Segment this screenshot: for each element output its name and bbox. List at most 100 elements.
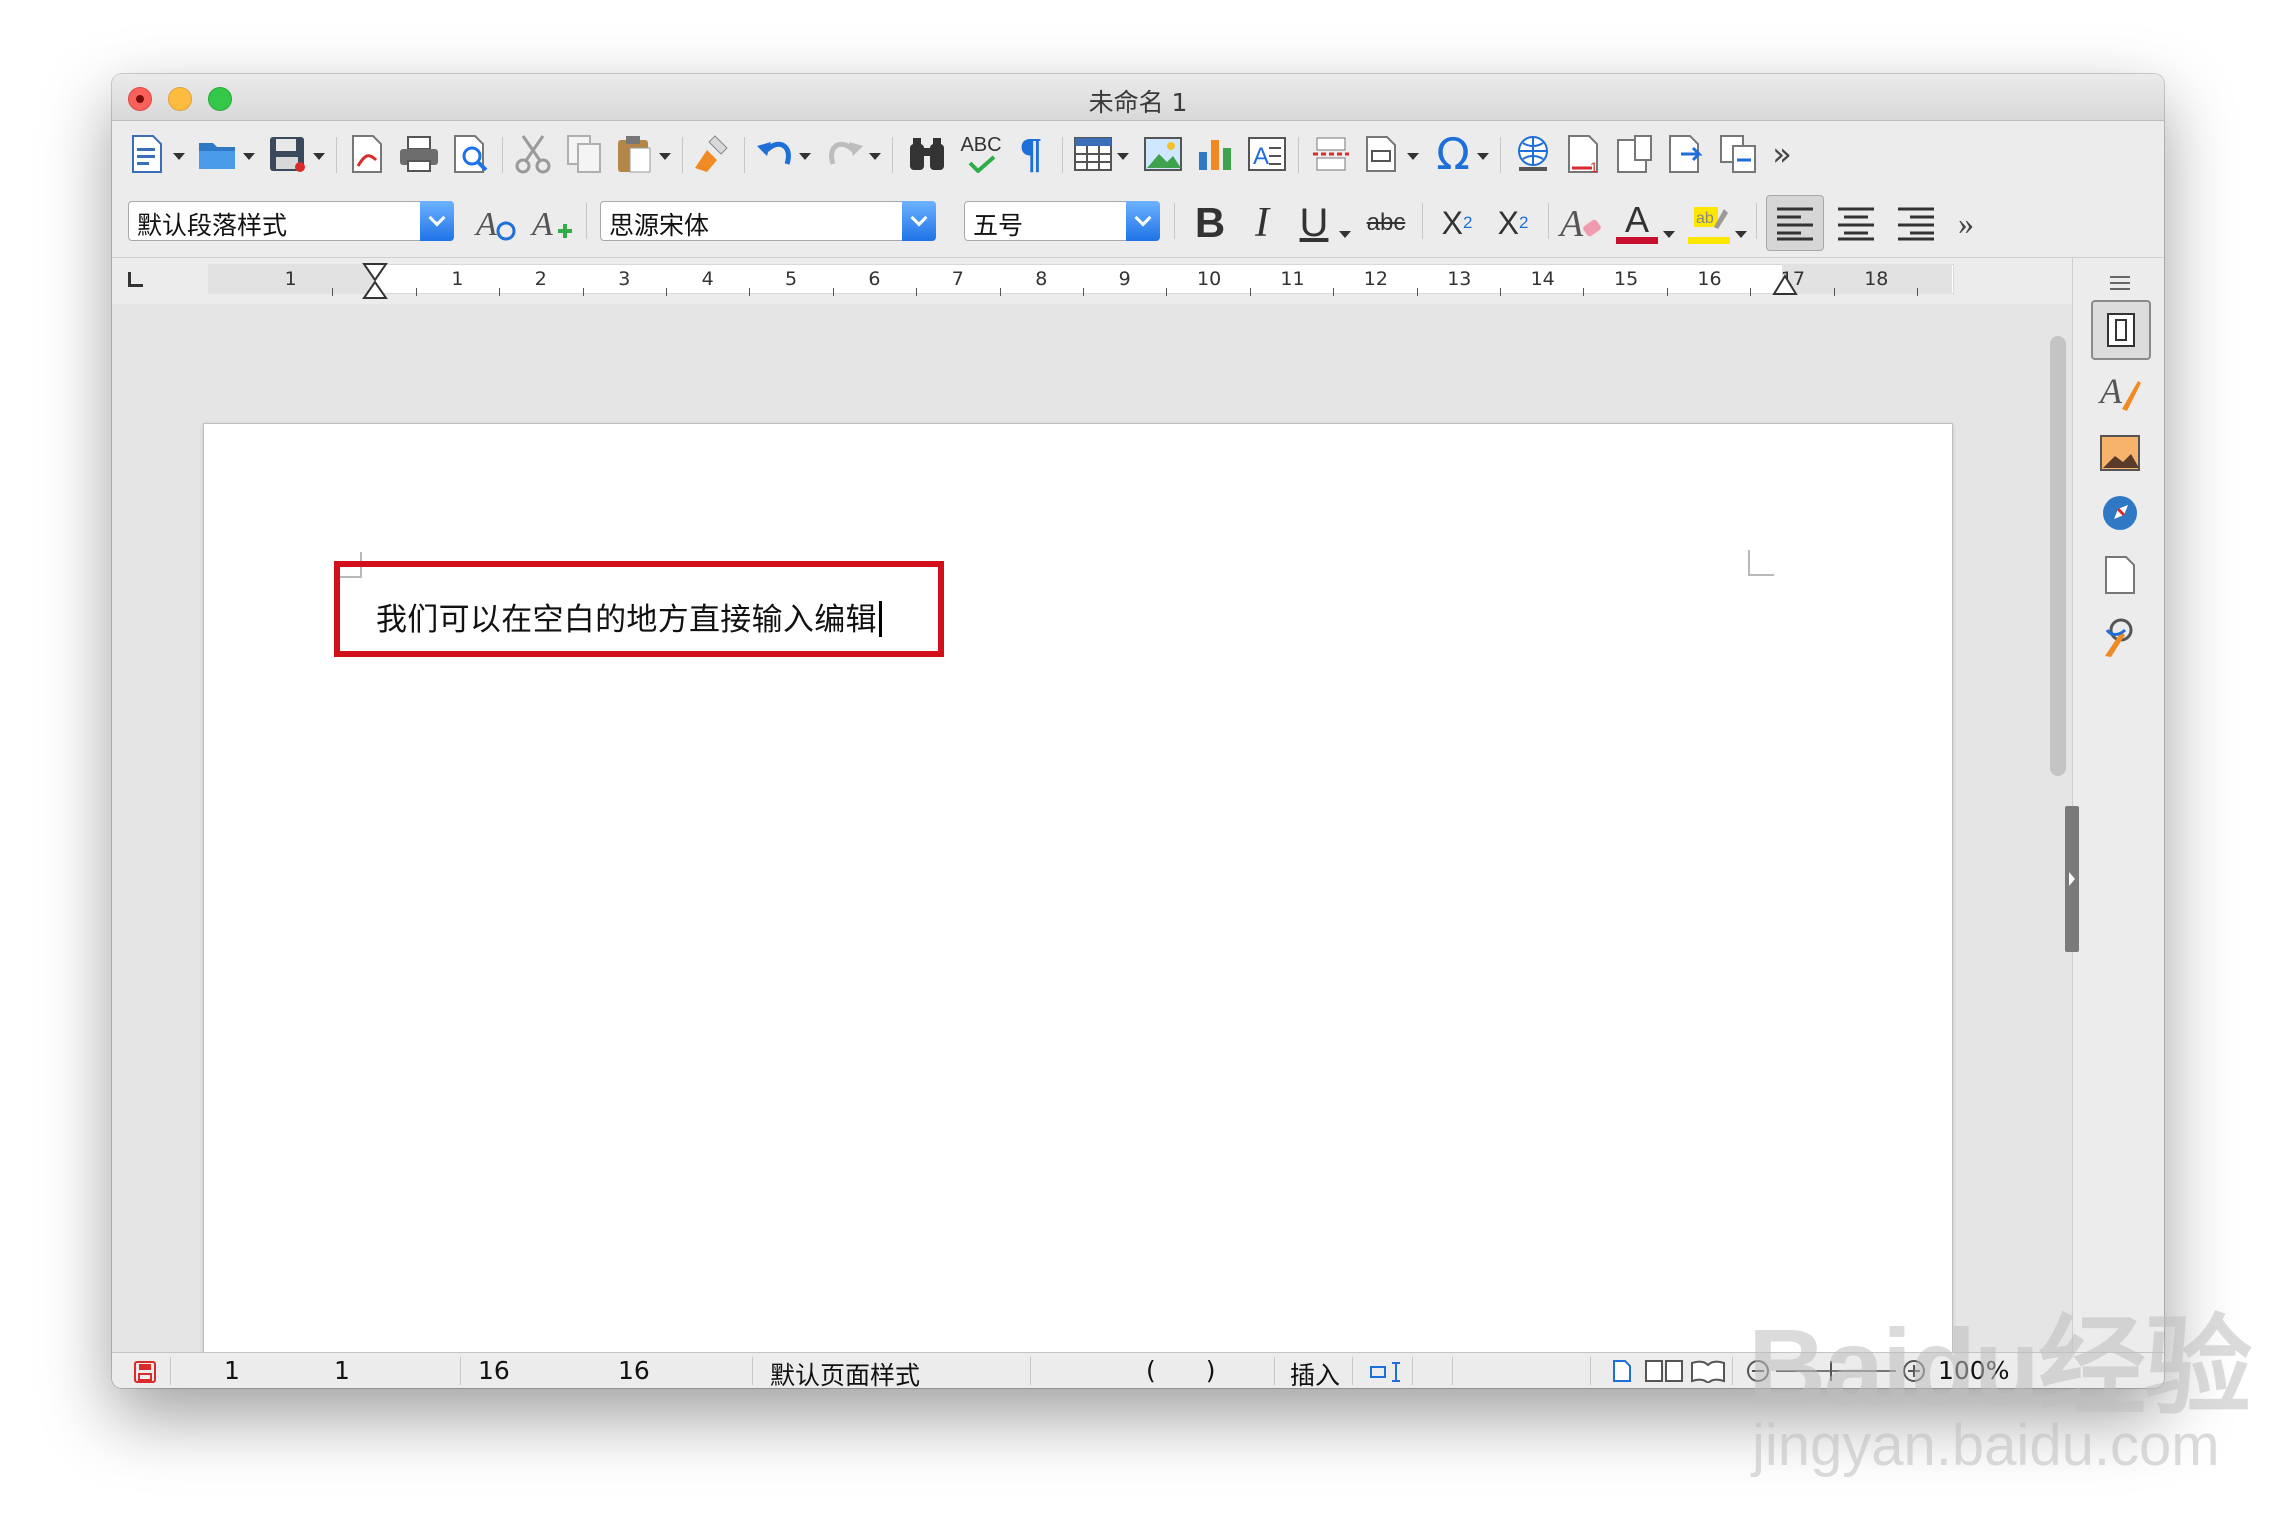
subscript-icon[interactable]: X2 — [1488, 201, 1538, 245]
new-dropdown-icon[interactable] — [172, 149, 186, 163]
align-center-icon[interactable] — [1830, 201, 1882, 245]
paste-icon[interactable] — [612, 131, 658, 177]
clear-formatting-icon[interactable]: A — [1556, 201, 1606, 245]
spelling-icon[interactable]: ABC — [958, 131, 1004, 177]
underline-icon[interactable]: U — [1292, 201, 1336, 245]
special-character-dropdown-icon[interactable] — [1476, 149, 1490, 163]
vertical-scrollbar-thumb[interactable] — [2050, 336, 2066, 776]
insert-mode[interactable]: 插入 — [1290, 1356, 1340, 1388]
font-size-value: 五号 — [973, 211, 1024, 240]
word-count[interactable]: 16 — [478, 1356, 510, 1385]
horizontal-ruler[interactable]: 1 1 2 3 4 5 6 7 8 9 10 11 12 13 14 15 16 17 18 — [112, 258, 2072, 304]
open-dropdown-icon[interactable] — [242, 149, 256, 163]
font-size-box[interactable]: 五号 — [964, 201, 1160, 241]
hyperlink-icon[interactable] — [1510, 131, 1556, 177]
paragraph-style-box[interactable]: 默认段落样式 — [128, 201, 454, 241]
multi-page-view-icon[interactable] — [1644, 1359, 1684, 1387]
font-size-dropdown-icon[interactable] — [1126, 201, 1160, 241]
align-right-icon[interactable] — [1890, 201, 1942, 245]
document-page[interactable]: 我们可以在空白的地方直接输入编辑 — [204, 424, 1952, 1384]
ruler-number: 10 — [1197, 268, 1222, 290]
footnote-icon[interactable]: 1 — [1562, 131, 1608, 177]
align-left-icon[interactable] — [1766, 195, 1824, 251]
formatting-marks-icon[interactable]: ¶ — [1008, 131, 1054, 177]
insert-chart-icon[interactable] — [1192, 131, 1238, 177]
font-color-dropdown-icon[interactable] — [1662, 227, 1676, 241]
paragraph-style-dropdown-icon[interactable] — [420, 201, 454, 241]
page-style[interactable]: 默认页面样式 — [770, 1356, 920, 1388]
sidebar-menu-icon[interactable] — [2095, 268, 2145, 298]
italic-icon[interactable]: I — [1242, 200, 1282, 246]
special-character-icon[interactable]: Ω — [1430, 129, 1476, 180]
ruler-number: 11 — [1280, 268, 1305, 290]
text-language[interactable]: ( ) — [1146, 1356, 1216, 1385]
copy-icon[interactable] — [562, 131, 608, 177]
document-modified-icon[interactable] — [134, 1361, 156, 1387]
ruler-tick — [749, 288, 751, 296]
table-dropdown-icon[interactable] — [1116, 149, 1130, 163]
sidebar-properties-icon[interactable] — [2091, 300, 2151, 360]
spelling-label: ABC — [960, 134, 1002, 156]
redo-dropdown-icon[interactable] — [868, 149, 882, 163]
page-number[interactable]: 1 — [224, 1356, 240, 1385]
sidebar-collapse-handle[interactable] — [2065, 806, 2079, 952]
strikethrough-label: abc — [1366, 209, 1406, 236]
font-name-dropdown-icon[interactable] — [902, 201, 936, 241]
open-folder-icon[interactable] — [194, 131, 240, 177]
compare-icon[interactable] — [1716, 131, 1762, 177]
selection-mode-icon[interactable] — [1370, 1361, 1404, 1387]
sidebar-styles-icon[interactable]: A — [2095, 366, 2145, 416]
track-changes-icon[interactable] — [1664, 131, 1710, 177]
annotation-highlight-box — [334, 561, 944, 657]
insert-table-icon[interactable] — [1070, 131, 1116, 177]
field-dropdown-icon[interactable] — [1406, 149, 1420, 163]
superscript-icon[interactable]: X2 — [1432, 201, 1482, 245]
highlight-color-icon[interactable]: ab — [1684, 201, 1734, 245]
comment-icon[interactable] — [1612, 131, 1658, 177]
insert-image-icon[interactable] — [1140, 131, 1186, 177]
insert-field-icon[interactable] — [1360, 131, 1406, 177]
book-view-icon[interactable] — [1690, 1359, 1726, 1387]
export-pdf-icon[interactable] — [344, 131, 390, 177]
underline-dropdown-icon[interactable] — [1338, 227, 1352, 241]
sidebar-navigator-icon[interactable] — [2095, 488, 2145, 538]
print-icon[interactable] — [396, 131, 442, 177]
title-bar: 未命名 1 — [112, 74, 2164, 121]
undo-icon[interactable] — [752, 131, 798, 177]
sidebar-manage-changes-icon[interactable] — [2095, 612, 2145, 662]
find-replace-icon[interactable] — [904, 131, 950, 177]
ruler-tick — [665, 288, 667, 296]
redo-icon[interactable] — [822, 131, 868, 177]
more-formatting-icon[interactable]: » — [1946, 201, 1986, 245]
single-page-view-icon[interactable] — [1612, 1359, 1632, 1387]
sidebar-gallery-icon[interactable] — [2095, 428, 2145, 478]
strikethrough-icon[interactable]: abc — [1360, 201, 1412, 245]
highlight-dropdown-icon[interactable] — [1734, 227, 1748, 241]
svg-text:A: A — [1253, 143, 1269, 170]
sidebar-page-icon[interactable] — [2095, 550, 2145, 600]
character-count[interactable]: 16 — [618, 1356, 650, 1385]
update-style-icon[interactable]: A — [472, 201, 520, 245]
save-icon[interactable] — [264, 131, 310, 177]
svg-text:1: 1 — [1590, 159, 1598, 174]
page-count[interactable]: 1 — [334, 1356, 350, 1385]
page-break-icon[interactable] — [1308, 131, 1354, 177]
new-style-icon[interactable]: A — [528, 201, 576, 245]
more-toolbar-icon[interactable]: » — [1762, 131, 1802, 177]
undo-dropdown-icon[interactable] — [798, 149, 812, 163]
left-indent-marker-icon[interactable] — [362, 262, 388, 304]
clone-formatting-icon[interactable] — [690, 131, 736, 177]
ruler-tick — [1833, 288, 1835, 296]
ruler-tick — [1082, 288, 1084, 296]
insert-text-box-icon[interactable]: A — [1244, 131, 1290, 177]
cut-icon[interactable] — [510, 131, 556, 177]
print-preview-icon[interactable] — [448, 131, 494, 177]
bold-icon[interactable]: B — [1188, 199, 1232, 246]
paste-dropdown-icon[interactable] — [658, 149, 672, 163]
tab-stop-selector-icon[interactable] — [128, 272, 143, 287]
save-dropdown-icon[interactable] — [312, 149, 326, 163]
font-name-box[interactable]: 思源宋体 — [600, 201, 936, 241]
font-color-icon[interactable]: A — [1612, 201, 1662, 245]
new-document-icon[interactable] — [124, 131, 170, 177]
right-indent-marker-icon[interactable] — [1772, 274, 1798, 300]
